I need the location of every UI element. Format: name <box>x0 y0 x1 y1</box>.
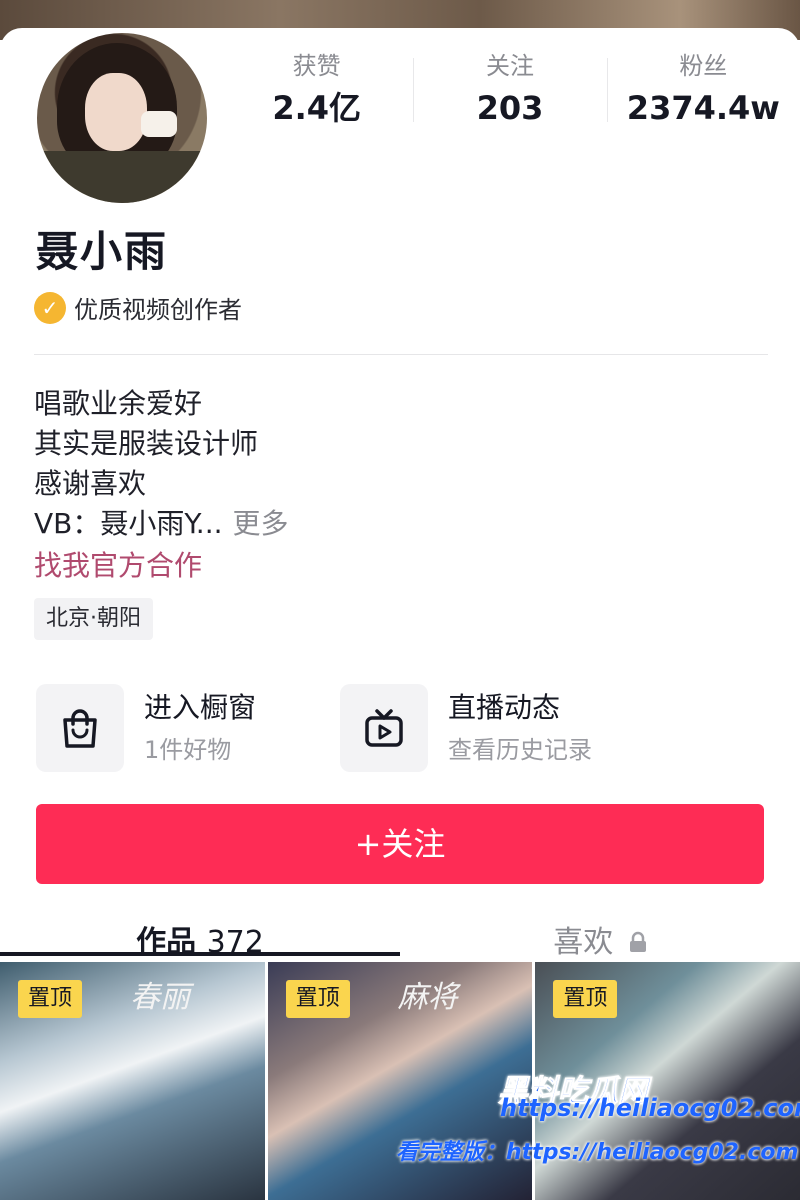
bio-more-link[interactable]: 更多 <box>233 507 289 540</box>
pinned-badge: 置顶 <box>18 980 83 1018</box>
stat-value: 2.4亿 <box>272 89 362 127</box>
bio-line: 其实是服装设计师 <box>34 427 259 460</box>
feature-entries: 进入橱窗 1件好物 直播动态 查看历史记录 <box>36 684 776 772</box>
video-title: 麻将 <box>397 980 458 1015</box>
shop-window-entry[interactable]: 进入橱窗 1件好物 <box>36 684 340 772</box>
stat-value: 2374.4w <box>626 89 780 127</box>
follow-button[interactable]: +关注 <box>36 804 764 884</box>
entry-title: 直播动态 <box>448 691 561 724</box>
bio-line-vb: VB：聂小雨Y... 更多 <box>34 504 289 544</box>
stat-followers[interactable]: 粉丝 2374.4w <box>606 50 800 140</box>
stat-label: 粉丝 <box>679 52 728 80</box>
tab-underline <box>0 952 400 956</box>
tv-play-icon <box>340 684 428 772</box>
avatar[interactable] <box>32 28 212 208</box>
video-thumbnail[interactable]: 置顶 春丽 <box>0 962 265 1200</box>
entry-subtitle: 查看历史记录 <box>448 736 592 764</box>
pinned-badge: 置顶 <box>285 980 350 1018</box>
tab-likes-label: 喜欢 <box>553 925 614 960</box>
divider <box>34 354 768 355</box>
bio-line: 感谢喜欢 <box>34 467 147 500</box>
watermark-url: https://heiliaocg02.com <box>500 1094 800 1122</box>
bio-line: 唱歌业余爱好 <box>34 387 203 420</box>
entry-subtitle: 1件好物 <box>144 736 232 764</box>
entry-title: 进入橱窗 <box>144 691 257 724</box>
location-tag[interactable]: 北京·朝阳 <box>34 598 153 640</box>
profile-bio: 唱歌业余爱好 其实是服装设计师 感谢喜欢 VB：聂小雨Y... 更多 找我官方合作 <box>34 384 289 588</box>
verified-check-icon: ✓ <box>34 291 66 324</box>
lock-icon <box>629 919 647 969</box>
profile-name: 聂小雨 <box>36 227 169 276</box>
stat-value: 203 <box>476 89 544 127</box>
stat-label: 获赞 <box>292 52 341 80</box>
watermark: 黑料吃瓜网 https://heiliaocg02.com 看完整版：https… <box>396 1060 800 1200</box>
stat-likes[interactable]: 获赞 2.4亿 <box>220 50 413 140</box>
stat-label: 关注 <box>485 52 534 80</box>
creator-badge[interactable]: ✓ 优质视频创作者 <box>34 290 242 325</box>
watermark-line: 看完整版：https://heiliaocg02.com <box>396 1140 799 1165</box>
collab-link[interactable]: 找我官方合作 <box>34 544 289 588</box>
creator-badge-label: 优质视频创作者 <box>74 296 242 324</box>
video-title: 春丽 <box>130 980 190 1015</box>
live-history-entry[interactable]: 直播动态 查看历史记录 <box>340 684 644 772</box>
pinned-badge: 置顶 <box>553 980 618 1018</box>
shopping-bag-icon <box>36 684 124 772</box>
bio-vb-text: VB：聂小雨Y... <box>34 507 223 540</box>
profile-stats: 获赞 2.4亿 关注 203 粉丝 2374.4w <box>220 50 800 140</box>
stat-following[interactable]: 关注 203 <box>413 50 606 140</box>
